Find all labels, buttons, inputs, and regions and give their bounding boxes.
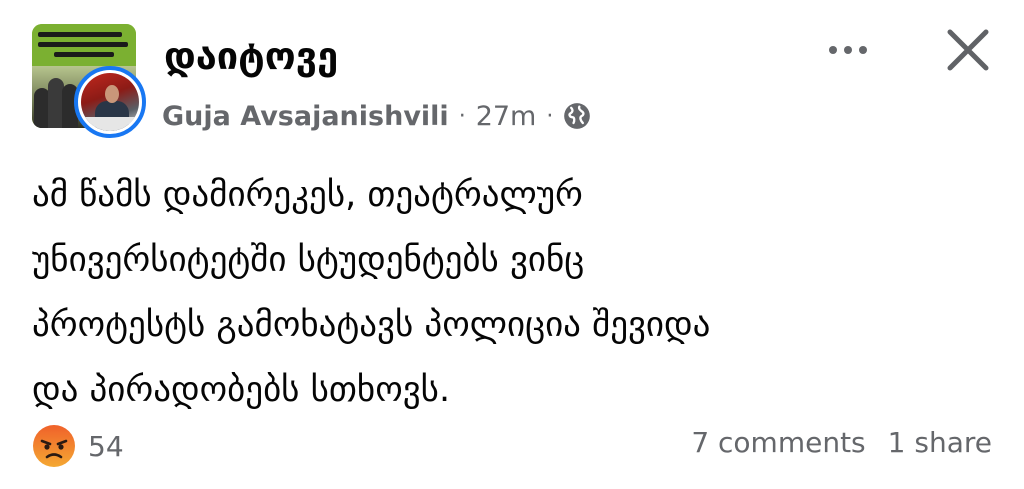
author-avatar[interactable]: [74, 66, 146, 138]
meta-separator: ·: [458, 103, 466, 129]
page-name[interactable]: დაიტოვე: [164, 34, 338, 78]
post-text-line: უნივერსიტეტში სტუდენტებს ვინც: [32, 240, 585, 280]
banner-text-stroke: [38, 42, 128, 47]
shares-count-link[interactable]: 1 share: [888, 426, 992, 459]
more-dots-icon: [829, 46, 837, 54]
post-text-line: პროტესტს გამოხატავს პოლიცია შევიდა: [32, 305, 711, 345]
banner-text-stroke: [54, 52, 114, 57]
more-dots-icon: [859, 46, 867, 54]
meta-separator: ·: [546, 103, 554, 129]
reactions-summary[interactable]: 54: [32, 424, 124, 468]
close-icon[interactable]: [940, 22, 996, 78]
banner-text-stroke: [38, 32, 122, 37]
reaction-count: 54: [88, 429, 124, 463]
post-text-line: ამ წამს დამირეკეს, თეატრალურ: [32, 175, 583, 215]
post-text-line: და პირადობებს სთხოვს.: [32, 370, 451, 410]
group-avatar-banner: [32, 24, 136, 66]
globe-icon[interactable]: [563, 102, 591, 130]
post-time[interactable]: 27m: [476, 101, 537, 132]
facebook-post: დაიტოვე Guja Avsajanishvili · 27m · ამ წ…: [0, 0, 1024, 489]
author-photo-desk: [81, 117, 139, 131]
angry-reaction-icon: [33, 425, 75, 467]
author-photo-face: [105, 85, 119, 103]
author-photo: [81, 73, 139, 131]
post-header: დაიტოვე Guja Avsajanishvili · 27m ·: [32, 24, 992, 144]
author-name[interactable]: Guja Avsajanishvili: [162, 101, 449, 132]
more-options-button[interactable]: [820, 30, 876, 70]
post-meta: Guja Avsajanishvili · 27m ·: [162, 96, 591, 136]
post-footer: 54 7 comments 1 share: [32, 420, 992, 470]
comments-count-link[interactable]: 7 comments: [691, 426, 865, 459]
engagement-stats: 7 comments 1 share: [691, 426, 992, 459]
post-text: ამ წამს დამირეკეს, თეატრალურ უნივერსიტეტ…: [32, 163, 982, 423]
more-dots-icon: [844, 46, 852, 54]
